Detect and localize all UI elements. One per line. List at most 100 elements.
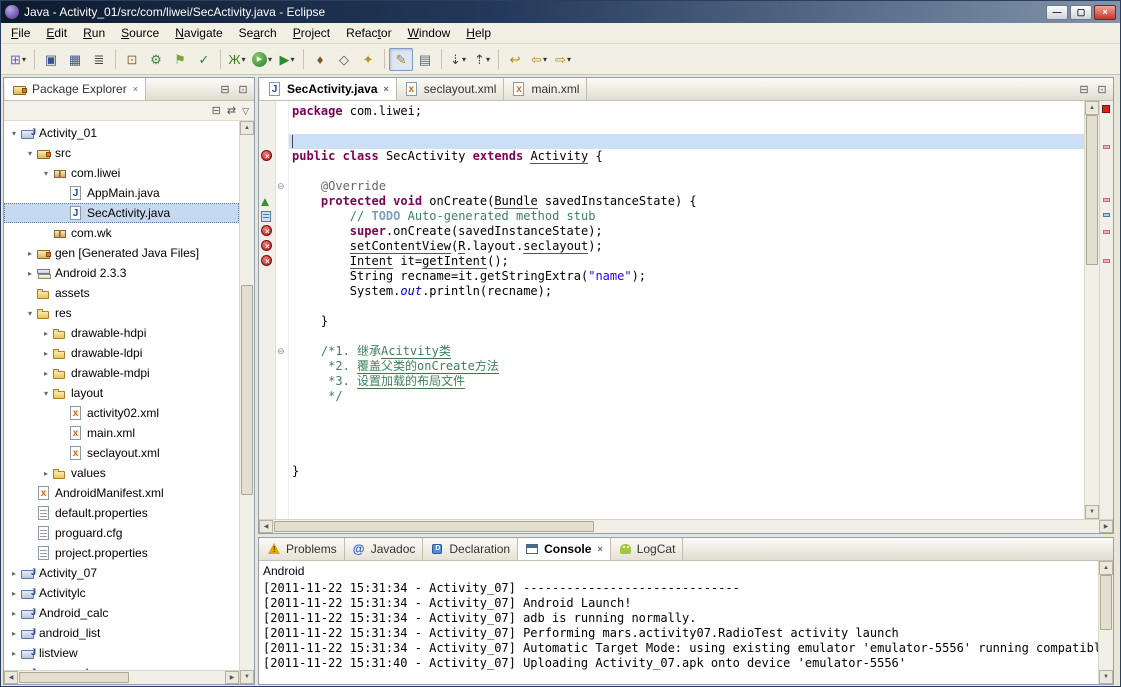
code-line[interactable] (292, 419, 1084, 434)
tab-logcat[interactable]: LogCat (611, 538, 684, 560)
external-tools-button[interactable]: ▶▾ (275, 48, 299, 71)
tree-item-seclayout-xml[interactable]: seclayout.xml (4, 443, 239, 463)
debug-button[interactable]: Ж▾ (225, 48, 249, 71)
search-button[interactable]: ✦ (356, 48, 380, 71)
error-marker-icon[interactable] (261, 240, 272, 251)
tree-item-androidmanifest-xml[interactable]: AndroidManifest.xml (4, 483, 239, 503)
tab-javadoc[interactable]: Javadoc (345, 538, 424, 560)
tree-item-drawable-hdpi[interactable]: ▸drawable-hdpi (4, 323, 239, 343)
menu-refactor[interactable]: Refactor (338, 24, 399, 42)
scroll-thumb[interactable] (19, 672, 129, 683)
tree-item-secactivity-java[interactable]: SecActivity.java (4, 203, 239, 223)
code-line[interactable] (292, 404, 1084, 419)
expander-icon[interactable]: ▸ (40, 369, 52, 378)
code-line[interactable]: package com.liwei; (292, 104, 1084, 119)
next-annotation-button[interactable]: ⇣▾ (446, 48, 470, 71)
scroll-left-icon[interactable] (4, 671, 18, 684)
maximize-window-button[interactable]: ▢ (1070, 5, 1092, 20)
jar-export-button[interactable]: ♦ (308, 48, 332, 71)
scroll-up-icon[interactable] (1099, 561, 1113, 575)
error-global-overview-marker[interactable] (1102, 105, 1110, 113)
tree-item-progressbar[interactable]: ▸progressbar (4, 663, 239, 670)
expander-icon[interactable]: ▸ (8, 649, 20, 658)
scroll-up-icon[interactable] (1085, 101, 1099, 115)
tree-item-res[interactable]: ▾res (4, 303, 239, 323)
override-marker-icon[interactable] (261, 198, 269, 206)
tree-item-activity02-xml[interactable]: activity02.xml (4, 403, 239, 423)
last-edit-location-button[interactable]: ↩ (503, 48, 527, 71)
android-sdk-manager-button[interactable]: ⚙ (144, 48, 168, 71)
tree-item-layout[interactable]: ▾layout (4, 383, 239, 403)
code-line[interactable] (289, 134, 1084, 149)
editor-tab-secactivity-java[interactable]: SecActivity.java× (260, 78, 397, 100)
dropdown-arrow-icon[interactable]: ▾ (291, 55, 295, 64)
code-line[interactable]: /*1. 继承Acitvity类 (292, 344, 1084, 359)
scroll-down-icon[interactable] (240, 670, 254, 684)
editor-tab-main-xml[interactable]: main.xml (504, 78, 587, 100)
code-line[interactable]: @Override (292, 179, 1084, 194)
maximize-view-icon[interactable] (236, 83, 250, 96)
expander-icon[interactable]: ▾ (24, 149, 36, 158)
tree-item-default-properties[interactable]: default.properties (4, 503, 239, 523)
close-tab-icon[interactable]: × (597, 544, 602, 554)
tree-item-com-liwei[interactable]: ▾com.liwei (4, 163, 239, 183)
tree-item-proguard-cfg[interactable]: proguard.cfg (4, 523, 239, 543)
dropdown-arrow-icon[interactable]: ▾ (543, 55, 547, 64)
scroll-right-icon[interactable] (1099, 520, 1113, 533)
expander-icon[interactable]: ▸ (40, 349, 52, 358)
code-line[interactable]: public class SecActivity extends Activit… (292, 149, 1084, 164)
dropdown-arrow-icon[interactable]: ▾ (462, 55, 466, 64)
menu-navigate[interactable]: Navigate (167, 24, 230, 42)
code-line[interactable]: System.out.println(recname); (292, 284, 1084, 299)
menu-window[interactable]: Window (400, 24, 459, 42)
code-line[interactable]: *3. 设置加载的布局文件 (292, 374, 1084, 389)
new-wizard-button[interactable]: ⊞▾ (6, 48, 30, 71)
minimize-editor-icon[interactable] (1077, 83, 1091, 96)
scroll-thumb[interactable] (1086, 115, 1098, 265)
dropdown-arrow-icon[interactable]: ▾ (486, 55, 490, 64)
code-line[interactable]: String recname=it.getStringExtra("name")… (292, 269, 1084, 284)
tree-item-android-calc[interactable]: ▸Android_calc (4, 603, 239, 623)
expander-icon[interactable]: ▸ (24, 249, 36, 258)
explorer-vscrollbar[interactable] (239, 121, 254, 684)
mark-occurrences-button[interactable]: ✎ (389, 48, 413, 71)
code-line[interactable] (292, 329, 1084, 344)
save-all-button[interactable]: ▦ (63, 48, 87, 71)
code-line[interactable]: } (292, 314, 1084, 329)
scroll-thumb[interactable] (241, 285, 253, 495)
scroll-up-icon[interactable] (240, 121, 254, 135)
dropdown-arrow-icon[interactable]: ▾ (567, 55, 571, 64)
scroll-down-icon[interactable] (1099, 670, 1113, 684)
package-explorer-view-tab[interactable]: Package Explorer × (5, 78, 146, 100)
code-line[interactable] (292, 299, 1084, 314)
console-vscrollbar[interactable] (1098, 561, 1113, 684)
menu-source[interactable]: Source (113, 24, 167, 42)
expander-icon[interactable]: ▸ (8, 589, 20, 598)
pink-overview-marker[interactable] (1103, 259, 1110, 263)
tree-item-gen-generated-java-files[interactable]: ▸gen [Generated Java Files] (4, 243, 239, 263)
code-line[interactable]: */ (292, 389, 1084, 404)
collapse-all-icon[interactable] (212, 104, 221, 117)
collapse-region-icon[interactable]: ⊖ (277, 347, 285, 356)
dropdown-arrow-icon[interactable]: ▾ (268, 55, 272, 64)
code-line[interactable]: } (292, 464, 1084, 479)
code-line[interactable] (292, 434, 1084, 449)
close-view-icon[interactable]: × (133, 84, 138, 94)
dropdown-arrow-icon[interactable]: ▾ (242, 55, 246, 64)
editor-hscrollbar[interactable] (259, 519, 1113, 533)
toggle-breadcrumb-button[interactable]: ▤ (413, 48, 437, 71)
pink-overview-marker[interactable] (1103, 145, 1110, 149)
scroll-right-icon[interactable] (225, 671, 239, 684)
dropdown-arrow-icon[interactable]: ▾ (22, 55, 26, 64)
new-java-project-button[interactable]: ⊡ (120, 48, 144, 71)
explorer-hscrollbar[interactable] (4, 670, 239, 684)
maximize-editor-icon[interactable] (1095, 83, 1109, 96)
expander-icon[interactable]: ▾ (24, 309, 36, 318)
expander-icon[interactable]: ▾ (8, 129, 20, 138)
forward-button[interactable]: ⇨▾ (551, 48, 575, 71)
new-android-project-button[interactable]: ⚑ (168, 48, 192, 71)
back-button[interactable]: ⇦▾ (527, 48, 551, 71)
tree-item-appmain-java[interactable]: AppMain.java (4, 183, 239, 203)
pink-overview-marker[interactable] (1103, 198, 1110, 202)
minimize-window-button[interactable]: — (1046, 5, 1068, 20)
